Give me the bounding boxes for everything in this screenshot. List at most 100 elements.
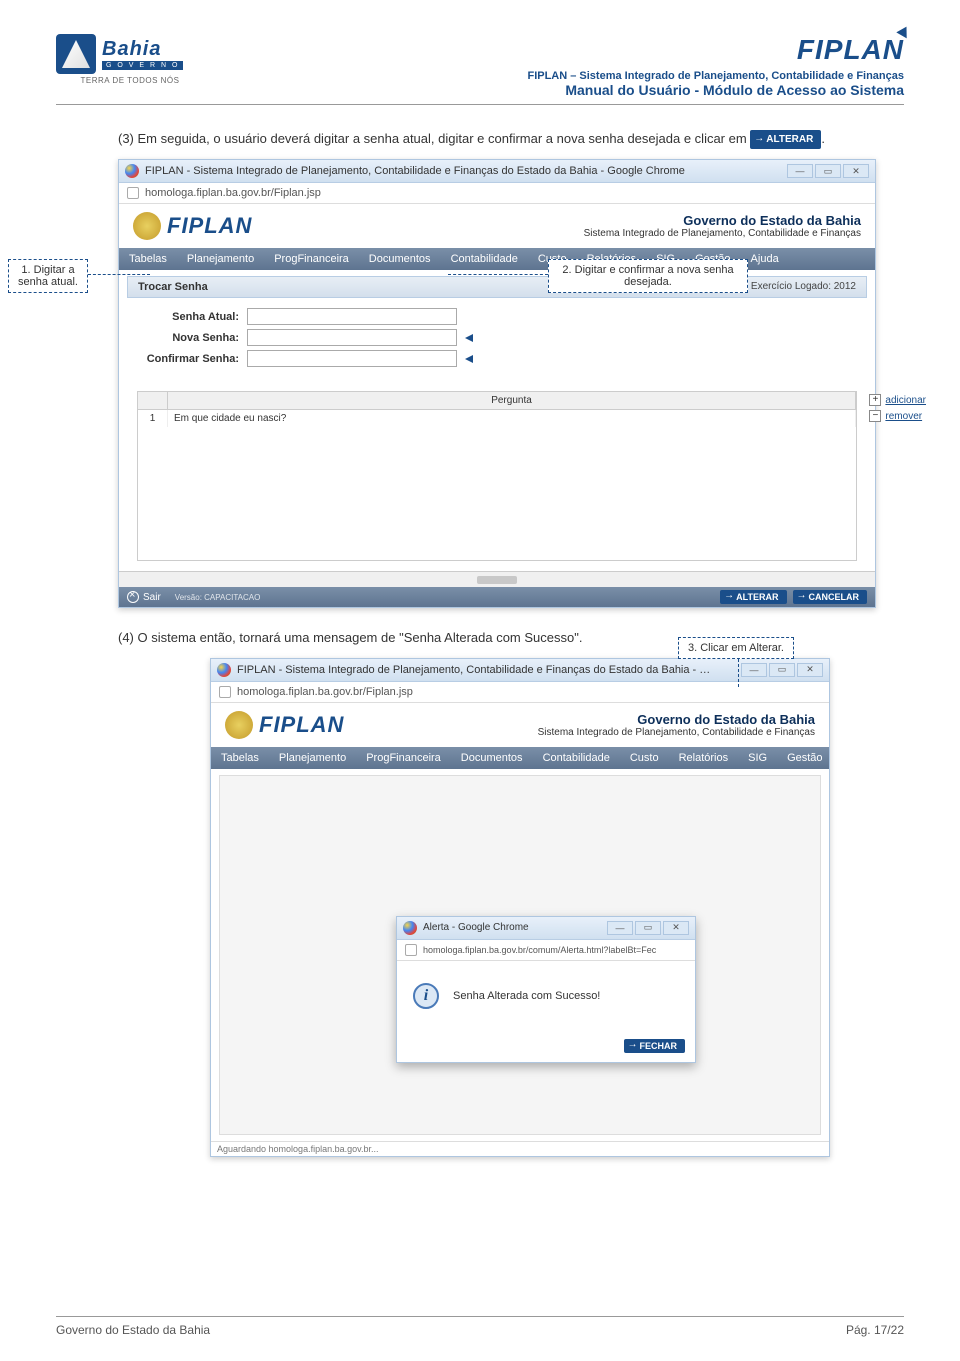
header-sub1: FIPLAN – Sistema Integrado de Planejamen… — [527, 70, 904, 82]
chrome-icon — [403, 921, 417, 935]
gov-line1: Governo do Estado da Bahia — [538, 712, 815, 727]
popup-address-text: homologa.fiplan.ba.gov.br/comum/Alerta.h… — [423, 945, 656, 955]
fiplan-logo: FIPLAN — [527, 34, 904, 66]
maximize-button[interactable]: ▭ — [635, 921, 661, 935]
p3-period: . — [821, 131, 825, 146]
state-seal-icon — [133, 212, 161, 240]
gov-line2: Sistema Integrado de Planejamento, Conta… — [538, 727, 815, 738]
menu-documentos[interactable]: Documentos — [451, 750, 533, 766]
popup-address-bar: homologa.fiplan.ba.gov.br/comum/Alerta.h… — [397, 940, 695, 961]
menu-ajuda[interactable]: Ajuda — [833, 750, 881, 766]
alert-popup: Alerta - Google Chrome — ▭ ✕ homologa.fi… — [396, 916, 696, 1063]
page-footer: Governo do Estado da Bahia Pág. 17/22 — [56, 1316, 904, 1337]
address-bar-2: homologa.fiplan.ba.gov.br/Fiplan.jsp — [211, 682, 829, 703]
fechar-button[interactable]: FECHAR — [624, 1039, 686, 1053]
pergunta-grid: Pergunta 1 Em que cidade eu nasci? +adic… — [137, 391, 857, 561]
bahia-tagline: TERRA DE TODOS NÓS — [56, 76, 204, 85]
address-text: homologa.fiplan.ba.gov.br/Fiplan.jsp — [145, 187, 321, 199]
alterar-button[interactable]: ALTERAR — [720, 590, 786, 604]
address-bar: homologa.fiplan.ba.gov.br/Fiplan.jsp — [119, 183, 875, 204]
menu-contabilidade[interactable]: Contabilidade — [441, 251, 528, 267]
minus-icon[interactable]: − — [869, 410, 881, 422]
window-title-text-2: FIPLAN - Sistema Integrado de Planejamen… — [237, 664, 717, 676]
menu-custo[interactable]: Custo — [620, 750, 669, 766]
menu-planejamento[interactable]: Planejamento — [177, 251, 264, 267]
versao-label: Versão: CAPACITACAO — [175, 593, 261, 602]
alterar-inline-button: ALTERAR — [750, 130, 821, 149]
screenshot-2-wrapper: FIPLAN - Sistema Integrado de Planejamen… — [210, 658, 904, 1157]
callout-2-leader — [448, 274, 548, 275]
arrow-icon — [465, 334, 473, 342]
state-seal-icon — [225, 711, 253, 739]
panel-title: Trocar Senha — [138, 281, 208, 293]
callout-1-leader — [88, 274, 150, 275]
grid-row-num: 1 — [138, 410, 168, 427]
input-nova-senha[interactable] — [247, 329, 457, 346]
menu-planejamento[interactable]: Planejamento — [269, 750, 356, 766]
bahia-gov: G O V E R N O — [102, 61, 183, 70]
menu-sig[interactable]: SIG — [738, 750, 777, 766]
app-fiplan-logo: FIPLAN — [259, 712, 344, 738]
doc-header: Bahia G O V E R N O TERRA DE TODOS NÓS F… — [56, 34, 904, 98]
window-titlebar: FIPLAN - Sistema Integrado de Planejamen… — [119, 160, 875, 183]
minimize-button[interactable]: — — [741, 663, 767, 677]
close-button[interactable]: ✕ — [663, 921, 689, 935]
header-divider — [56, 104, 904, 105]
screenshot-1: FIPLAN - Sistema Integrado de Planejamen… — [118, 159, 876, 608]
app-footer: Sair Versão: CAPACITACAO ALTERAR CANCELA… — [119, 587, 875, 607]
scrollbar[interactable] — [119, 571, 875, 587]
menu-contabilidade[interactable]: Contabilidade — [533, 750, 620, 766]
maximize-button[interactable]: ▭ — [769, 663, 795, 677]
app-menubar-2: Tabelas Planejamento ProgFinanceira Docu… — [211, 747, 829, 769]
menu-documentos[interactable]: Documentos — [359, 251, 441, 267]
page-icon — [219, 686, 231, 698]
label-senha-atual: Senha Atual: — [137, 311, 247, 323]
input-senha-atual[interactable] — [247, 308, 457, 325]
popup-message: Senha Alterada com Sucesso! — [453, 990, 600, 1002]
status-bar: Aguardando homologa.fiplan.ba.gov.br... — [211, 1141, 829, 1156]
menu-gestao[interactable]: Gestão — [777, 750, 832, 766]
popup-body: Senha Alterada com Sucesso! — [397, 961, 695, 1031]
remover-link[interactable]: remover — [885, 411, 922, 422]
minimize-button[interactable]: — — [787, 164, 813, 178]
maximize-button[interactable]: ▭ — [815, 164, 841, 178]
plus-icon[interactable]: + — [869, 394, 881, 406]
menu-relatorios[interactable]: Relatórios — [669, 750, 739, 766]
header-sub2: Manual do Usuário - Módulo de Acesso ao … — [527, 82, 904, 98]
grid-col-num — [138, 392, 168, 409]
chrome-icon — [125, 164, 139, 178]
cancelar-button[interactable]: CANCELAR — [793, 590, 868, 604]
adicionar-link[interactable]: adicionar — [885, 395, 926, 406]
bahia-flag-icon — [56, 34, 96, 74]
input-confirmar-senha[interactable] — [247, 350, 457, 367]
sair-button[interactable]: Sair Versão: CAPACITACAO — [127, 591, 260, 603]
menu-progfinanceira[interactable]: ProgFinanceira — [356, 750, 451, 766]
p3-text: (3) Em seguida, o usuário deverá digitar… — [118, 131, 750, 146]
grid-row-text: Em que cidade eu nasci? — [168, 410, 856, 427]
callout-3: 3. Clicar em Alterar. — [678, 637, 794, 659]
callout-2: 2. Digitar e confirmar a nova senha dese… — [548, 259, 748, 293]
app-body-empty: Alerta - Google Chrome — ▭ ✕ homologa.fi… — [219, 775, 821, 1135]
footer-left: Governo do Estado da Bahia — [56, 1323, 210, 1337]
window-titlebar-2: FIPLAN - Sistema Integrado de Planejamen… — [211, 659, 829, 682]
gov-line1: Governo do Estado da Bahia — [584, 213, 861, 228]
footer-right: Pág. 17/22 — [846, 1323, 904, 1337]
bahia-name: Bahia — [102, 38, 183, 61]
app-header-2: FIPLAN Governo do Estado da Bahia Sistem… — [211, 703, 829, 747]
menu-progfinanceira[interactable]: ProgFinanceira — [264, 251, 359, 267]
minimize-button[interactable]: — — [607, 921, 633, 935]
chrome-icon — [217, 663, 231, 677]
window-title-text: FIPLAN - Sistema Integrado de Planejamen… — [145, 165, 685, 177]
panel-header: Trocar Senha 67164242534 - 16:53:35 22/0… — [127, 276, 867, 298]
close-button[interactable]: ✕ — [843, 164, 869, 178]
page-icon — [127, 187, 139, 199]
screenshot-2: FIPLAN - Sistema Integrado de Planejamen… — [210, 658, 830, 1157]
screenshot-1-wrapper: 1. Digitar a senha atual. 2. Digitar e c… — [118, 159, 904, 608]
app-menubar: Tabelas Planejamento ProgFinanceira Docu… — [119, 248, 875, 270]
paragraph-3: (3) Em seguida, o usuário deverá digitar… — [118, 129, 904, 149]
form-area: Senha Atual: Nova Senha: Confirmar Senha… — [119, 298, 875, 381]
close-button[interactable]: ✕ — [797, 663, 823, 677]
menu-tabelas[interactable]: Tabelas — [211, 750, 269, 766]
menu-tabelas[interactable]: Tabelas — [119, 251, 177, 267]
label-confirmar-senha: Confirmar Senha: — [137, 353, 247, 365]
